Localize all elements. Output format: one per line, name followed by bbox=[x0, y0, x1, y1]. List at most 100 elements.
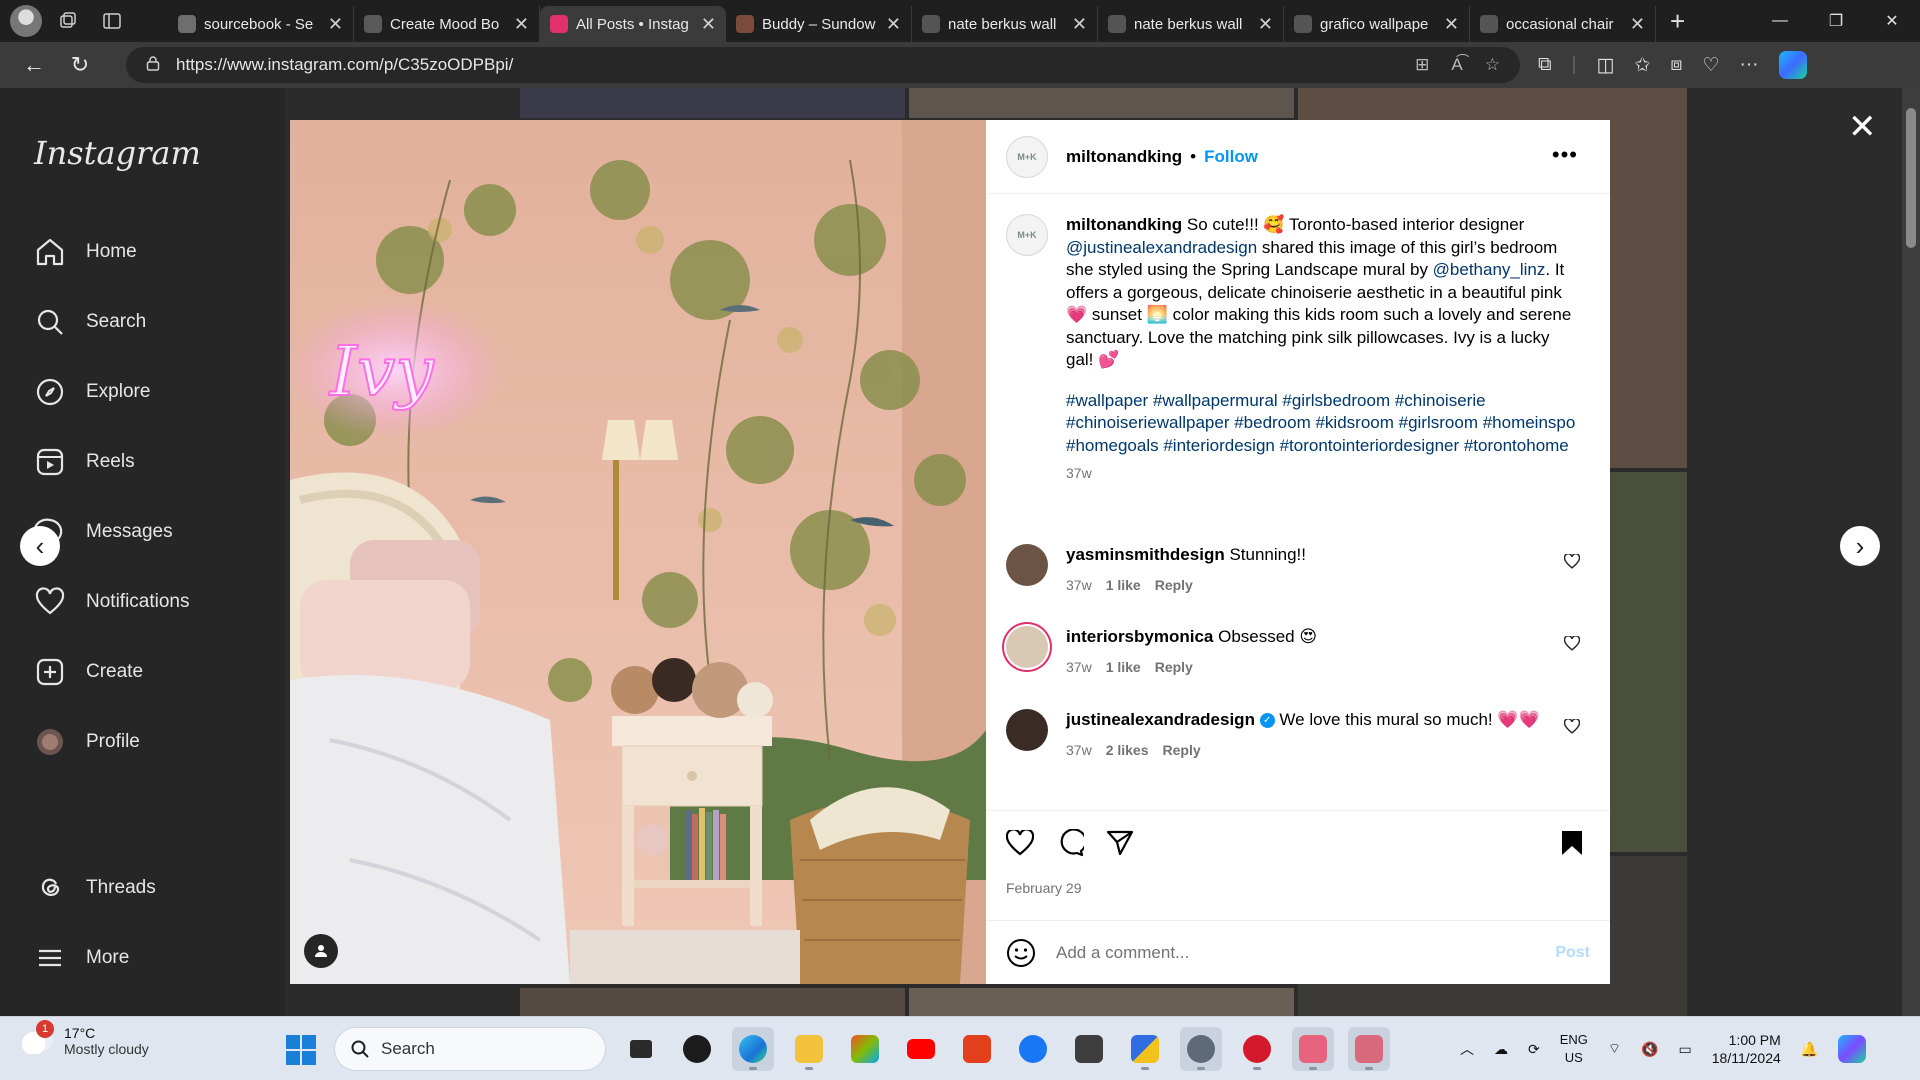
share-button[interactable] bbox=[1104, 827, 1136, 859]
comment-like-heart-icon[interactable] bbox=[1564, 636, 1580, 651]
tab-actions-icon[interactable] bbox=[94, 5, 130, 37]
favorites-icon[interactable]: ✩ bbox=[1634, 54, 1650, 77]
dell-app-icon[interactable] bbox=[676, 1027, 718, 1071]
extensions-icon[interactable]: ⧉ bbox=[1538, 54, 1552, 76]
emoji-icon[interactable] bbox=[1006, 938, 1036, 968]
comment-likes[interactable]: 1 like bbox=[1106, 574, 1141, 596]
comment-likes[interactable]: 1 like bbox=[1106, 656, 1141, 678]
comment-reply-button[interactable]: Reply bbox=[1155, 656, 1193, 678]
notification-bell-icon[interactable]: 🔔 bbox=[1801, 1041, 1818, 1058]
commenter-avatar[interactable] bbox=[1006, 544, 1048, 586]
sidebar-item-reels[interactable]: Reels bbox=[34, 446, 135, 478]
comment-button[interactable] bbox=[1054, 827, 1086, 859]
close-window-button[interactable]: ✕ bbox=[1864, 0, 1920, 42]
new-tab-button[interactable]: + bbox=[1670, 6, 1685, 37]
youtube-icon[interactable] bbox=[900, 1027, 942, 1071]
close-tab-icon[interactable]: ✕ bbox=[1444, 14, 1459, 35]
close-tab-icon[interactable]: ✕ bbox=[514, 14, 529, 35]
comment-age[interactable]: 37w bbox=[1066, 574, 1092, 596]
url-field[interactable]: https://www.instagram.com/p/C35zoODPBpi/… bbox=[126, 47, 1520, 83]
browser-tab[interactable]: Create Mood Bo ✕ bbox=[354, 6, 540, 42]
next-post-button[interactable]: › bbox=[1840, 526, 1880, 566]
sidebar-item-explore[interactable]: Explore bbox=[34, 376, 150, 408]
like-button[interactable] bbox=[1004, 827, 1036, 859]
post-date[interactable]: February 29 bbox=[1006, 880, 1081, 896]
close-tab-icon[interactable]: ✕ bbox=[1258, 14, 1273, 35]
mention-link[interactable]: @bethany_linz bbox=[1433, 260, 1546, 279]
copilot-taskbar-icon[interactable] bbox=[1838, 1035, 1867, 1063]
onedrive-cloud-icon[interactable]: ☁ bbox=[1494, 1041, 1508, 1058]
post-photo[interactable]: Ivy bbox=[290, 120, 986, 984]
sidebar-item-threads[interactable]: Threads bbox=[34, 872, 156, 904]
file-explorer-icon[interactable] bbox=[788, 1027, 830, 1071]
sidebar-item-search[interactable]: Search bbox=[34, 306, 146, 338]
instagram-logo[interactable]: Instagram bbox=[34, 134, 201, 172]
caption-age[interactable]: 37w bbox=[1066, 465, 1578, 481]
sidebar-item-create[interactable]: Create bbox=[34, 656, 143, 688]
sidebar-item-home[interactable]: Home bbox=[34, 236, 137, 268]
facebook-icon[interactable] bbox=[1012, 1027, 1054, 1071]
wifi-icon[interactable]: ⌔ bbox=[1608, 1040, 1621, 1058]
task-view-icon[interactable] bbox=[620, 1027, 662, 1071]
caption-author-avatar[interactable]: M+K bbox=[1006, 214, 1048, 256]
grid-post[interactable] bbox=[909, 88, 1294, 118]
favorite-star-icon[interactable]: ☆ bbox=[1485, 55, 1500, 75]
battery-icon[interactable]: ▭ bbox=[1679, 1041, 1692, 1058]
browser-profile-icon[interactable] bbox=[10, 5, 42, 37]
sidebar-item-more[interactable]: More bbox=[34, 942, 129, 974]
close-tab-icon[interactable]: ✕ bbox=[701, 14, 716, 35]
comment-like-heart-icon[interactable] bbox=[1564, 554, 1580, 569]
browser-essentials-icon[interactable]: ♡ bbox=[1702, 54, 1719, 77]
grid-post[interactable] bbox=[909, 988, 1294, 1016]
browser-tab[interactable]: nate berkus wall ✕ bbox=[912, 6, 1098, 42]
app-available-icon[interactable]: ⊞ bbox=[1415, 55, 1429, 75]
browser-tab[interactable]: nate berkus wall ✕ bbox=[1098, 6, 1284, 42]
workspaces-icon[interactable] bbox=[50, 5, 86, 37]
tagged-user-button[interactable] bbox=[304, 934, 338, 968]
close-tab-icon[interactable]: ✕ bbox=[1630, 14, 1645, 35]
author-username[interactable]: miltonandking bbox=[1066, 147, 1182, 167]
media-app-icon[interactable] bbox=[1236, 1027, 1278, 1071]
browser-tab[interactable]: grafico wallpape ✕ bbox=[1284, 6, 1470, 42]
save-button[interactable] bbox=[1556, 827, 1588, 859]
close-tab-icon[interactable]: ✕ bbox=[328, 14, 343, 35]
comment-age[interactable]: 37w bbox=[1066, 656, 1092, 678]
back-button[interactable]: ← bbox=[14, 47, 54, 83]
split-screen-icon[interactable]: ◫ bbox=[1597, 54, 1615, 77]
weather-widget[interactable]: 1 17°C Mostly cloudy bbox=[20, 1020, 149, 1057]
edge-browser-icon[interactable] bbox=[732, 1027, 774, 1071]
microsoft-store-icon[interactable] bbox=[844, 1027, 886, 1071]
language-indicator[interactable]: ENG US bbox=[1560, 1031, 1588, 1067]
browser-tab[interactable]: Buddy – Sundow ✕ bbox=[726, 6, 912, 42]
grid-post[interactable] bbox=[520, 988, 905, 1016]
commenter-username[interactable]: interiorsbymonica bbox=[1066, 627, 1213, 646]
page-scrollbar[interactable] bbox=[1902, 88, 1920, 1016]
settings-more-icon[interactable]: ··· bbox=[1740, 54, 1759, 76]
comment-reply-button[interactable]: Reply bbox=[1155, 574, 1193, 596]
sidebar-item-profile[interactable]: Profile bbox=[34, 726, 140, 758]
settings-gear-icon[interactable] bbox=[1180, 1027, 1222, 1071]
read-aloud-icon[interactable]: A͡ bbox=[1451, 55, 1462, 75]
volume-muted-icon[interactable]: 🔇 bbox=[1641, 1041, 1658, 1058]
sticky-app-icon[interactable] bbox=[1068, 1027, 1110, 1071]
post-comment-button[interactable]: Post bbox=[1555, 944, 1590, 962]
comment-like-heart-icon[interactable] bbox=[1564, 719, 1580, 734]
browser-tab[interactable]: sourcebook - Se ✕ bbox=[168, 6, 354, 42]
commenter-username[interactable]: justinealexandradesign bbox=[1066, 710, 1255, 729]
caption-username[interactable]: miltonandking bbox=[1066, 215, 1182, 234]
author-avatar[interactable]: M+K bbox=[1006, 135, 1048, 178]
refresh-button[interactable]: ↻ bbox=[60, 47, 100, 83]
minimize-button[interactable]: — bbox=[1752, 0, 1808, 42]
copilot-icon[interactable] bbox=[1778, 51, 1807, 79]
browser-tab[interactable]: All Posts • Instag ✕ bbox=[540, 6, 726, 42]
more-options-icon[interactable]: ••• bbox=[1552, 142, 1578, 168]
office-icon[interactable] bbox=[956, 1027, 998, 1071]
taskbar-search[interactable]: Search bbox=[334, 1027, 606, 1071]
chevron-up-icon[interactable]: ︿ bbox=[1460, 1039, 1474, 1059]
comment-likes[interactable]: 2 likes bbox=[1106, 739, 1149, 761]
start-button[interactable] bbox=[286, 1035, 316, 1065]
close-tab-icon[interactable]: ✕ bbox=[1072, 14, 1087, 35]
close-post-button[interactable]: ✕ bbox=[1848, 110, 1877, 144]
security-shield-icon[interactable] bbox=[1124, 1027, 1166, 1071]
commenter-avatar[interactable] bbox=[1006, 709, 1048, 751]
